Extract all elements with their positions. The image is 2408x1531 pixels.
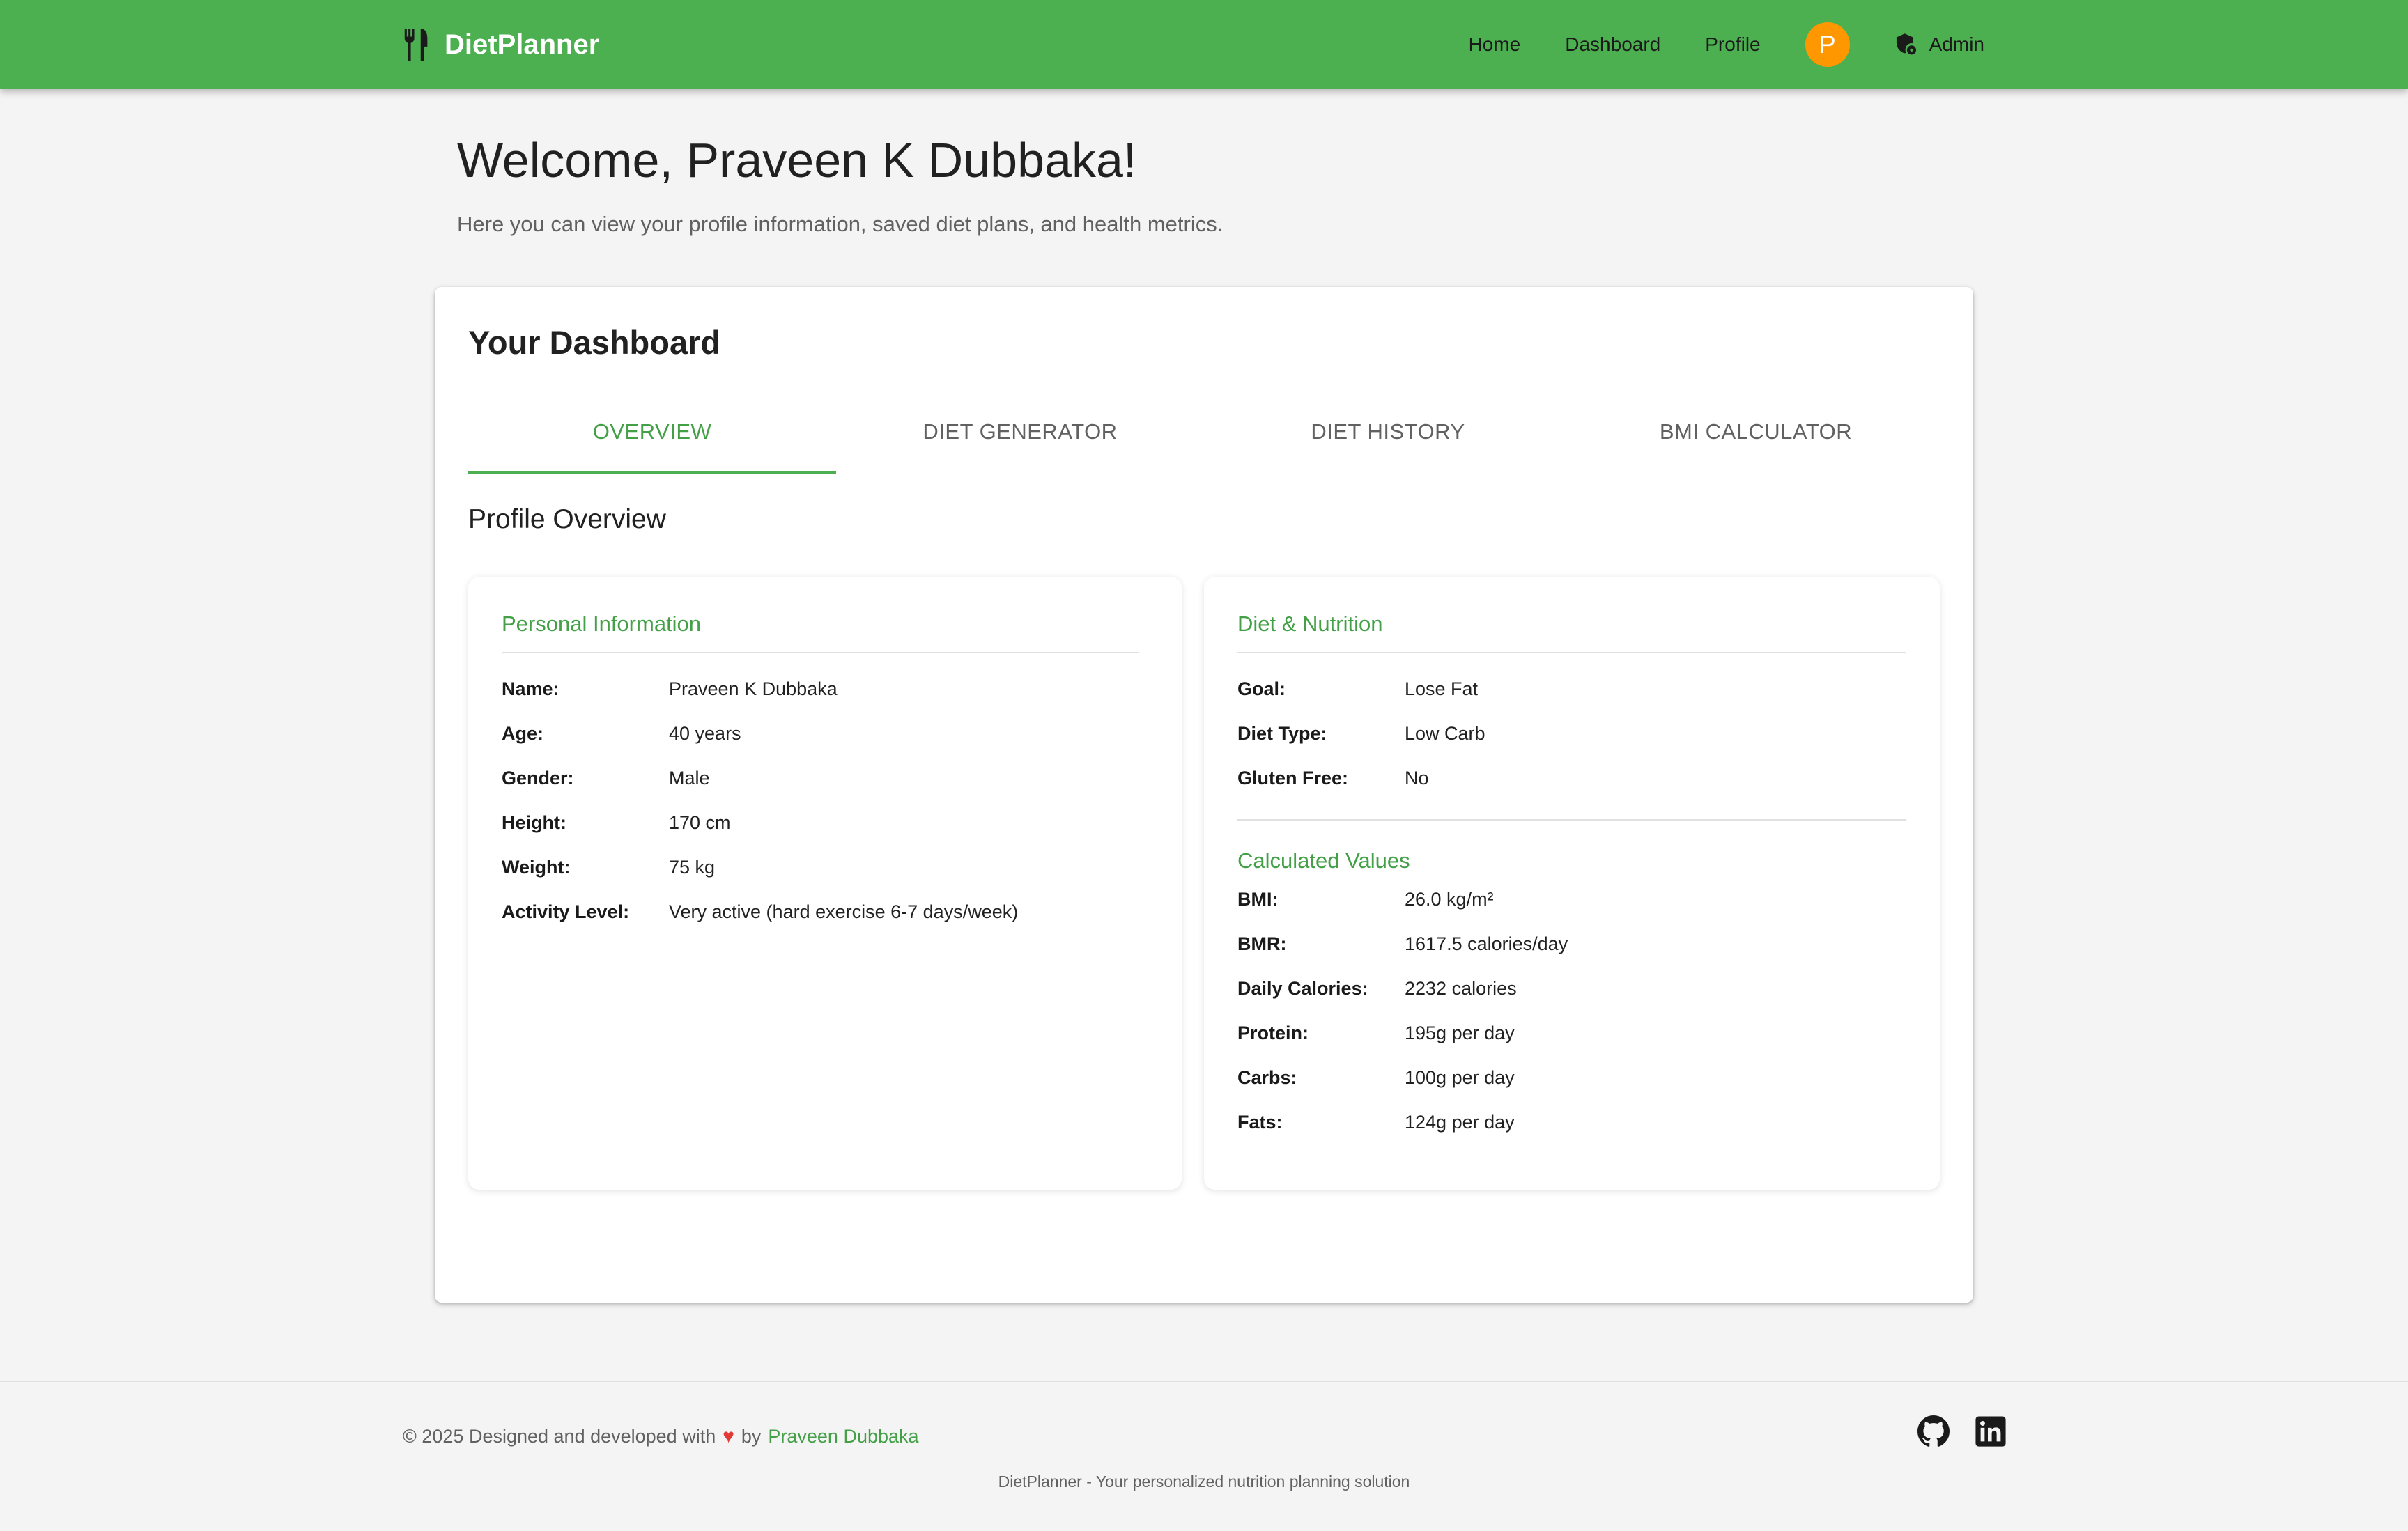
tab-bmi-calculator[interactable]: BMI CALCULATOR bbox=[1572, 390, 1940, 474]
diet-row-goal: Goal: Lose Fat bbox=[1237, 678, 1485, 723]
info-label: Name: bbox=[502, 678, 559, 699]
tab-diet-generator[interactable]: DIET GENERATOR bbox=[836, 390, 1204, 474]
diet-label: Goal: bbox=[1237, 678, 1286, 699]
footer-tagline: DietPlanner - Your personalized nutritio… bbox=[998, 1472, 1410, 1491]
admin-label: Admin bbox=[1929, 33, 1984, 55]
dashboard-tabs: OVERVIEW DIET GENERATOR DIET HISTORY BMI… bbox=[468, 390, 1940, 474]
calc-row-bmi: BMI: 26.0 kg/m² bbox=[1237, 889, 1568, 933]
calc-value: 2232 calories bbox=[1405, 978, 1517, 999]
diet-value: Lose Fat bbox=[1405, 678, 1479, 699]
info-label: Gender: bbox=[502, 768, 574, 788]
tab-diet-history[interactable]: DIET HISTORY bbox=[1204, 390, 1572, 474]
calc-row-fats: Fats: 124g per day bbox=[1237, 1112, 1568, 1156]
welcome-title: Welcome, Praveen K Dubbaka! bbox=[457, 133, 1137, 187]
footer-credits: © 2025 Designed and developed with ♥ by … bbox=[403, 1425, 919, 1447]
calc-row-daily-calories: Daily Calories: 2232 calories bbox=[1237, 978, 1568, 1023]
calculated-values-heading: Calculated Values bbox=[1237, 848, 1410, 873]
calc-label: Fats: bbox=[1237, 1112, 1283, 1133]
info-value: 75 kg bbox=[669, 857, 716, 878]
calc-row-protein: Protein: 195g per day bbox=[1237, 1023, 1568, 1067]
personal-info-heading: Personal Information bbox=[502, 612, 1139, 653]
welcome-subtitle: Here you can view your profile informati… bbox=[457, 212, 1224, 236]
info-row-weight: Weight: 75 kg bbox=[502, 857, 1018, 901]
calc-value: 195g per day bbox=[1405, 1023, 1515, 1043]
calc-row-bmr: BMR: 1617.5 calories/day bbox=[1237, 933, 1568, 978]
info-value: 40 years bbox=[669, 723, 741, 744]
diet-info-list: Goal: Lose Fat Diet Type: Low Carb Glute… bbox=[1237, 678, 1485, 812]
by-text: by bbox=[741, 1425, 762, 1447]
diet-label: Diet Type: bbox=[1237, 723, 1327, 744]
diet-row-gluten-free: Gluten Free: No bbox=[1237, 768, 1485, 812]
calc-value: 26.0 kg/m² bbox=[1405, 889, 1494, 910]
info-label: Height: bbox=[502, 812, 566, 833]
copyright-text: © 2025 Designed and developed with bbox=[403, 1425, 716, 1447]
info-row-activity-level: Activity Level: Very active (hard exerci… bbox=[502, 901, 1018, 946]
github-icon[interactable] bbox=[1917, 1415, 1950, 1447]
main-nav: Home Dashboard Profile P Admin bbox=[1469, 0, 1984, 89]
section-divider bbox=[1237, 819, 1906, 821]
diet-value: Low Carb bbox=[1405, 723, 1485, 744]
info-label: Weight: bbox=[502, 857, 571, 878]
footer-divider bbox=[0, 1381, 2408, 1382]
personal-info-panel: Personal Information Name: Praveen K Dub… bbox=[468, 577, 1182, 1190]
diet-label: Gluten Free: bbox=[1237, 768, 1349, 788]
admin-link[interactable]: Admin bbox=[1894, 33, 1984, 56]
calc-label: Daily Calories: bbox=[1237, 978, 1368, 999]
info-value: Praveen K Dubbaka bbox=[669, 678, 838, 699]
nav-profile-link[interactable]: Profile bbox=[1705, 33, 1760, 56]
info-label: Age: bbox=[502, 723, 543, 744]
personal-info-list: Name: Praveen K Dubbaka Age: 40 years Ge… bbox=[502, 678, 1018, 946]
info-row-name: Name: Praveen K Dubbaka bbox=[502, 678, 1018, 723]
linkedin-icon[interactable] bbox=[1975, 1415, 2007, 1447]
info-value: Male bbox=[669, 768, 710, 788]
diet-nutrition-heading: Diet & Nutrition bbox=[1237, 612, 1906, 653]
tab-overview[interactable]: OVERVIEW bbox=[468, 390, 836, 474]
dashboard-card: Your Dashboard OVERVIEW DIET GENERATOR D… bbox=[435, 287, 1973, 1303]
social-links bbox=[1917, 1415, 2007, 1447]
info-row-age: Age: 40 years bbox=[502, 723, 1018, 768]
calc-row-carbs: Carbs: 100g per day bbox=[1237, 1067, 1568, 1112]
info-label: Activity Level: bbox=[502, 901, 630, 922]
info-value: 170 cm bbox=[669, 812, 731, 833]
info-row-gender: Gender: Male bbox=[502, 768, 1018, 812]
nav-home-link[interactable]: Home bbox=[1469, 33, 1521, 56]
info-value: Very active (hard exercise 6-7 days/week… bbox=[669, 901, 1019, 922]
calculated-values-list: BMI: 26.0 kg/m² BMR: 1617.5 calories/day… bbox=[1237, 889, 1568, 1156]
diet-row-diet-type: Diet Type: Low Carb bbox=[1237, 723, 1485, 768]
calc-label: Carbs: bbox=[1237, 1067, 1297, 1088]
heart-icon: ♥ bbox=[723, 1425, 734, 1447]
calc-value: 124g per day bbox=[1405, 1112, 1515, 1133]
calc-value: 100g per day bbox=[1405, 1067, 1515, 1088]
calc-value: 1617.5 calories/day bbox=[1405, 933, 1568, 954]
user-avatar[interactable]: P bbox=[1805, 22, 1850, 67]
restaurant-icon bbox=[404, 29, 428, 61]
nav-dashboard-link[interactable]: Dashboard bbox=[1565, 33, 1660, 56]
brand[interactable]: DietPlanner bbox=[403, 0, 599, 89]
section-title: Profile Overview bbox=[468, 504, 666, 534]
calc-label: BMR: bbox=[1237, 933, 1287, 954]
calc-label: Protein: bbox=[1237, 1023, 1309, 1043]
author-link[interactable]: Praveen Dubbaka bbox=[768, 1426, 918, 1447]
top-app-bar: DietPlanner Home Dashboard Profile P Adm… bbox=[0, 0, 2408, 89]
diet-value: No bbox=[1405, 768, 1429, 788]
calc-label: BMI: bbox=[1237, 889, 1279, 910]
info-row-height: Height: 170 cm bbox=[502, 812, 1018, 857]
brand-name: DietPlanner bbox=[445, 29, 600, 60]
diet-nutrition-panel: Diet & Nutrition Goal: Lose Fat Diet Typ… bbox=[1204, 577, 1940, 1190]
admin-shield-icon bbox=[1896, 33, 1916, 55]
dashboard-title: Your Dashboard bbox=[468, 324, 721, 361]
